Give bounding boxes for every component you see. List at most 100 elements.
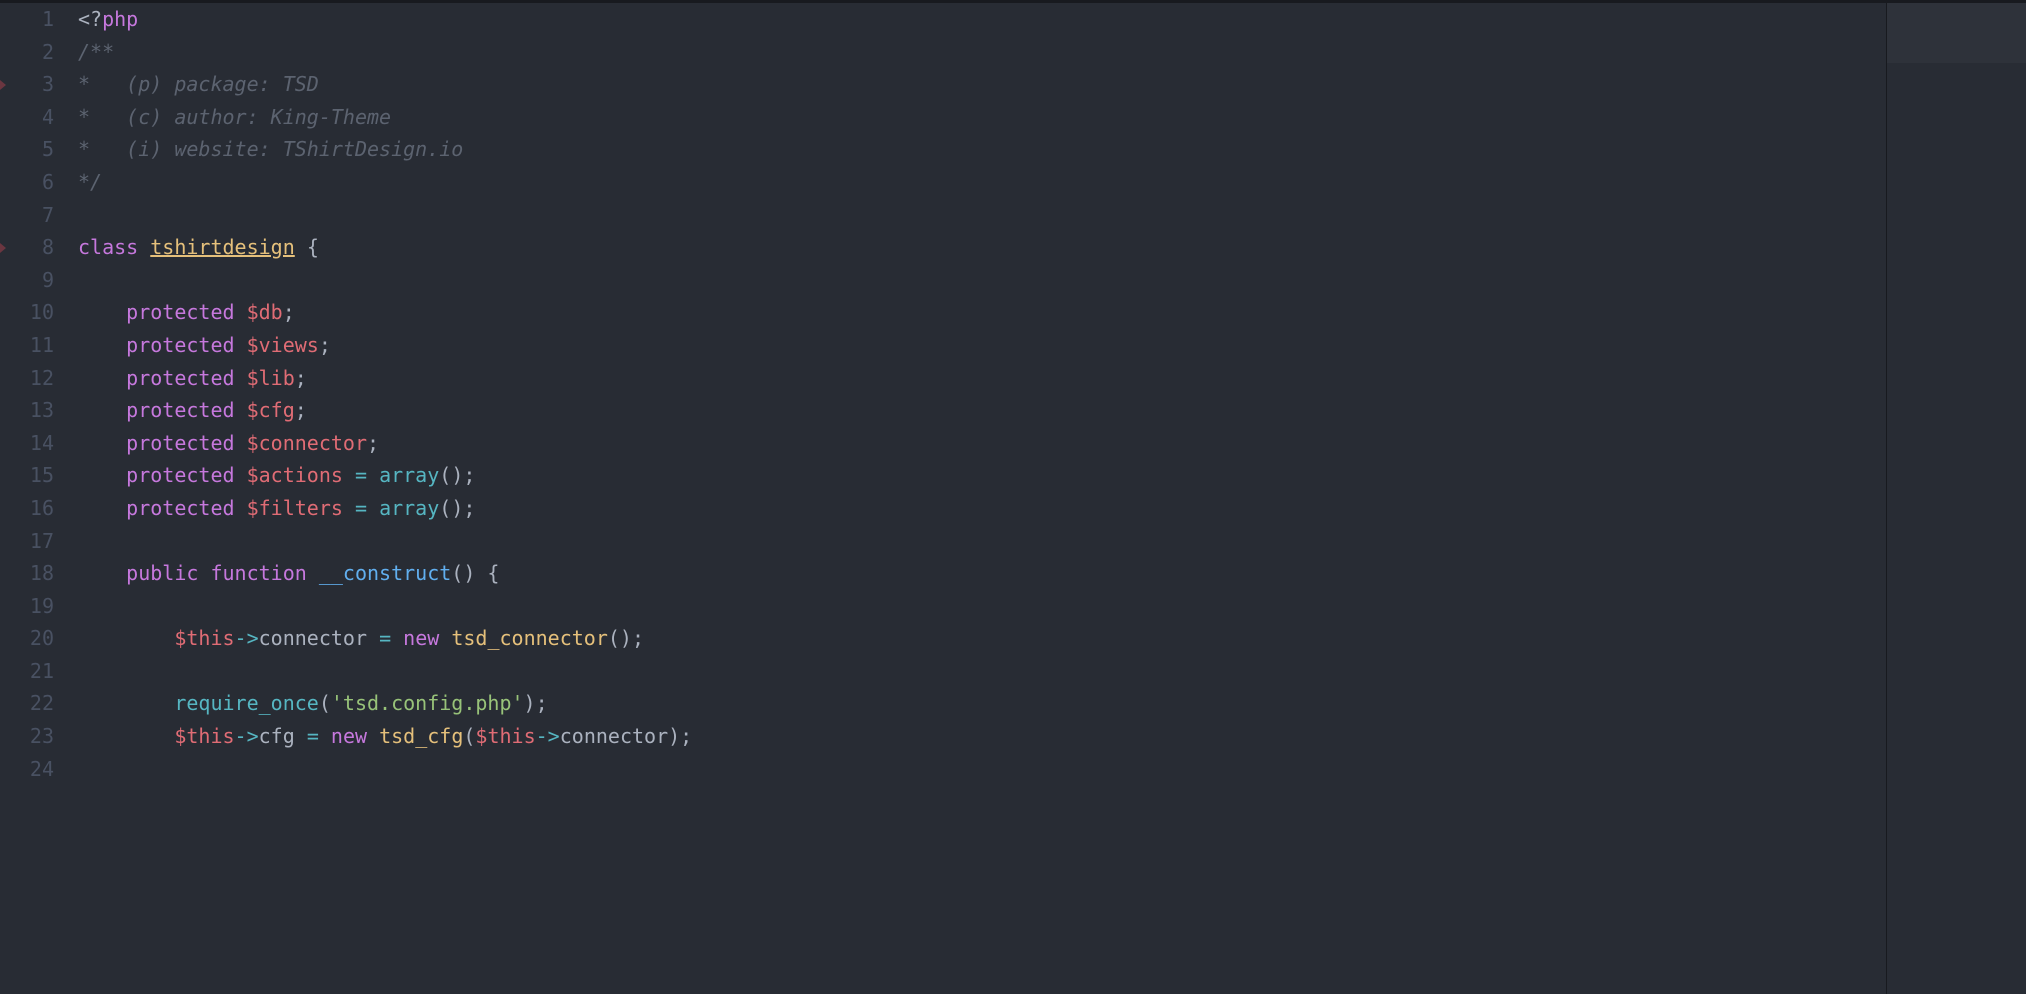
code-token: ( bbox=[463, 720, 475, 753]
line-number: 22 bbox=[0, 687, 54, 720]
code-token: connector bbox=[560, 720, 668, 753]
minimap[interactable] bbox=[1886, 3, 2026, 994]
code-token bbox=[235, 296, 247, 329]
code-token bbox=[439, 622, 451, 655]
code-token: -> bbox=[235, 720, 259, 753]
code-line[interactable]: $this->cfg = new tsd_cfg($this->connecto… bbox=[78, 720, 2026, 753]
code-line[interactable]: protected $actions = array(); bbox=[78, 459, 2026, 492]
code-line[interactable] bbox=[78, 199, 2026, 232]
code-line[interactable]: class tshirtdesign { bbox=[78, 231, 2026, 264]
code-token: protected bbox=[126, 296, 234, 329]
code-token: $connector bbox=[247, 427, 367, 460]
editor-container: 123456789101112131415161718192021222324 … bbox=[0, 3, 2026, 994]
gutter-mark-icon bbox=[0, 80, 6, 90]
line-number: 6 bbox=[0, 166, 54, 199]
code-token bbox=[235, 459, 247, 492]
code-token: = bbox=[307, 720, 319, 753]
code-line[interactable]: $this->connector = new tsd_connector(); bbox=[78, 622, 2026, 655]
line-number-gutter[interactable]: 123456789101112131415161718192021222324 bbox=[0, 3, 70, 994]
line-number: 12 bbox=[0, 362, 54, 395]
minimap-viewport[interactable] bbox=[1887, 3, 2026, 63]
code-token: /** bbox=[78, 36, 114, 69]
code-editor-area[interactable]: <?php/*** (p) package: TSD* (c) author: … bbox=[70, 3, 2026, 994]
code-token bbox=[367, 459, 379, 492]
code-token bbox=[78, 459, 126, 492]
code-token: tsd_cfg bbox=[379, 720, 463, 753]
line-number: 11 bbox=[0, 329, 54, 362]
line-number: 19 bbox=[0, 590, 54, 623]
code-line[interactable] bbox=[78, 525, 2026, 558]
code-token bbox=[235, 427, 247, 460]
line-number: 16 bbox=[0, 492, 54, 525]
code-line[interactable]: <?php bbox=[78, 3, 2026, 36]
code-token: function bbox=[210, 557, 306, 590]
code-token: ); bbox=[668, 720, 692, 753]
code-token bbox=[235, 394, 247, 427]
line-number: 3 bbox=[0, 68, 54, 101]
code-token: ; bbox=[295, 362, 307, 395]
code-token: $this bbox=[174, 720, 234, 753]
line-number: 7 bbox=[0, 199, 54, 232]
code-token: ; bbox=[367, 427, 379, 460]
code-line[interactable]: protected $cfg; bbox=[78, 394, 2026, 427]
code-token: $views bbox=[247, 329, 319, 362]
code-token: -> bbox=[536, 720, 560, 753]
line-number: 10 bbox=[0, 296, 54, 329]
code-line[interactable] bbox=[78, 590, 2026, 623]
line-number: 24 bbox=[0, 753, 54, 786]
code-token: require_once bbox=[174, 687, 319, 720]
code-token: protected bbox=[126, 492, 234, 525]
code-token: * (p) package: TSD bbox=[78, 68, 319, 101]
code-line[interactable]: * (i) website: TShirtDesign.io bbox=[78, 133, 2026, 166]
line-number: 15 bbox=[0, 459, 54, 492]
code-token: php bbox=[102, 3, 138, 36]
code-line[interactable]: protected $lib; bbox=[78, 362, 2026, 395]
line-number: 9 bbox=[0, 264, 54, 297]
code-line[interactable]: /** bbox=[78, 36, 2026, 69]
code-token: array bbox=[379, 459, 439, 492]
code-token: { bbox=[307, 231, 319, 264]
code-line[interactable]: */ bbox=[78, 166, 2026, 199]
code-token: $cfg bbox=[247, 394, 295, 427]
code-token bbox=[198, 557, 210, 590]
line-number: 13 bbox=[0, 394, 54, 427]
code-token: cfg bbox=[259, 720, 307, 753]
code-token: * (c) author: King-Theme bbox=[78, 101, 391, 134]
code-token bbox=[78, 427, 126, 460]
code-token bbox=[138, 231, 150, 264]
code-token: public bbox=[126, 557, 198, 590]
code-line[interactable]: require_once('tsd.config.php'); bbox=[78, 687, 2026, 720]
code-token bbox=[235, 329, 247, 362]
code-line[interactable] bbox=[78, 753, 2026, 786]
code-line[interactable]: protected $filters = array(); bbox=[78, 492, 2026, 525]
code-token bbox=[78, 492, 126, 525]
code-line[interactable]: protected $db; bbox=[78, 296, 2026, 329]
line-number: 18 bbox=[0, 557, 54, 590]
code-token bbox=[391, 622, 403, 655]
code-token: -> bbox=[235, 622, 259, 655]
line-number: 1 bbox=[0, 3, 54, 36]
code-token: protected bbox=[126, 362, 234, 395]
line-number: 17 bbox=[0, 525, 54, 558]
code-token bbox=[295, 231, 307, 264]
code-line[interactable]: * (c) author: King-Theme bbox=[78, 101, 2026, 134]
code-line[interactable] bbox=[78, 655, 2026, 688]
code-token bbox=[235, 492, 247, 525]
code-line[interactable]: protected $connector; bbox=[78, 427, 2026, 460]
code-token: 'tsd.config.php' bbox=[331, 687, 524, 720]
code-token bbox=[78, 557, 126, 590]
code-line[interactable] bbox=[78, 264, 2026, 297]
code-token: protected bbox=[126, 459, 234, 492]
code-token bbox=[78, 296, 126, 329]
code-token: tshirtdesign bbox=[150, 231, 295, 264]
code-line[interactable]: * (p) package: TSD bbox=[78, 68, 2026, 101]
code-token bbox=[235, 362, 247, 395]
code-token: ; bbox=[295, 394, 307, 427]
code-token bbox=[367, 492, 379, 525]
code-token: $this bbox=[475, 720, 535, 753]
code-token: protected bbox=[126, 427, 234, 460]
code-line[interactable]: public function __construct() { bbox=[78, 557, 2026, 590]
code-token: new bbox=[331, 720, 367, 753]
code-line[interactable]: protected $views; bbox=[78, 329, 2026, 362]
code-token bbox=[307, 557, 319, 590]
